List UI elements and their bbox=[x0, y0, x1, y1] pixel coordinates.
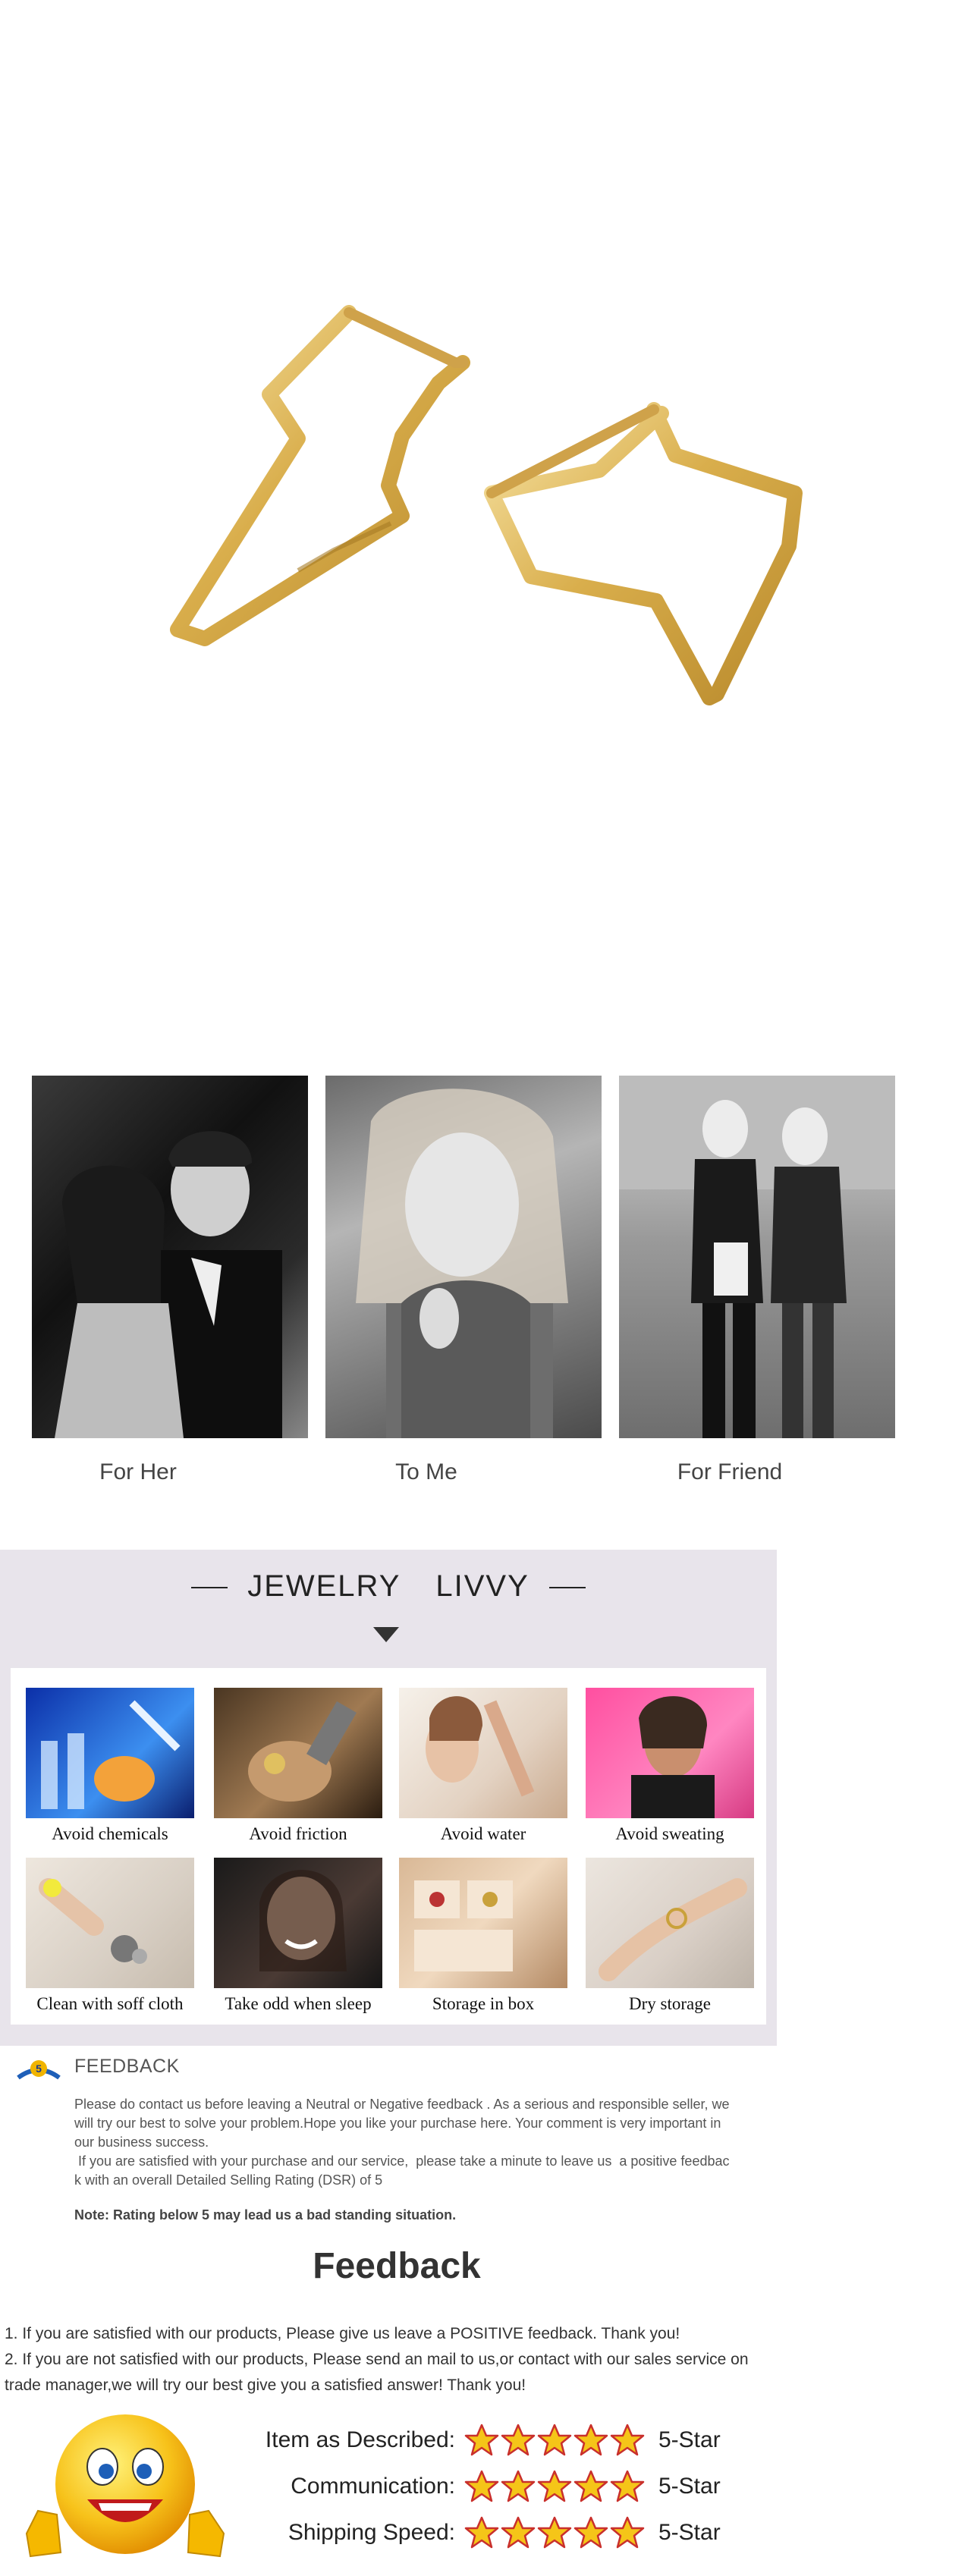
star-icon bbox=[501, 2516, 536, 2549]
star-icon bbox=[537, 2470, 572, 2502]
paragraph-2-line-1: If you are satisfied with your purchase … bbox=[74, 2153, 730, 2169]
feedback-note: Note: Rating below 5 may lead us a bad s… bbox=[74, 2207, 457, 2223]
care-label-dry: Dry storage bbox=[629, 1994, 711, 2013]
feedback-notice-paragraph-1: Please do contact us before leaving a Ne… bbox=[74, 2095, 797, 2152]
star-icon bbox=[537, 2424, 572, 2456]
box-photo bbox=[399, 1858, 567, 1988]
care-label-water: Avoid water bbox=[440, 1824, 526, 1843]
rating-label: Shipping Speed: bbox=[288, 2520, 455, 2545]
rating-row-item-described: Item as Described: 5-Star bbox=[228, 2423, 728, 2461]
rating-label: Communication: bbox=[291, 2474, 455, 2499]
caption-to-me: To Me bbox=[395, 1459, 457, 1484]
star-icon bbox=[501, 2470, 536, 2502]
care-item-dry: Dry storage bbox=[586, 1858, 754, 2014]
paragraph-1-line-1: Please do contact us before leaving a Ne… bbox=[74, 2097, 730, 2112]
paragraph-1-line-2: will try our best to solve your problem.… bbox=[74, 2116, 721, 2131]
woman-portrait-photo bbox=[325, 1076, 602, 1438]
care-item-cloth: Clean with soff cloth bbox=[26, 1858, 194, 2014]
star-icon bbox=[573, 2516, 608, 2549]
care-item-friction: Avoid friction bbox=[214, 1688, 382, 1844]
care-item-sweating: Avoid sweating bbox=[586, 1688, 754, 1844]
care-label-sleep: Take odd when sleep bbox=[225, 1994, 372, 2013]
rating-row-communication: Communication: 5-Star bbox=[228, 2469, 728, 2507]
star-icon bbox=[610, 2516, 645, 2549]
care-label-cloth: Clean with soff cloth bbox=[36, 1994, 184, 2013]
five-star-badge-icon: 5 bbox=[15, 2058, 62, 2088]
gold-earrings-illustration bbox=[170, 305, 803, 705]
chemicals-photo bbox=[26, 1688, 194, 1818]
care-item-sleep: Take odd when sleep bbox=[214, 1858, 382, 2014]
rating-value: 5-Star bbox=[658, 2520, 721, 2545]
care-title-left: JEWELRY bbox=[247, 1569, 401, 1603]
star-icon bbox=[464, 2516, 499, 2549]
rating-value: 5-Star bbox=[658, 2427, 721, 2452]
feedback-notice-paragraph-2: If you are satisfied with your purchase … bbox=[74, 2152, 797, 2190]
svg-text:5: 5 bbox=[36, 2062, 42, 2075]
sweating-photo bbox=[586, 1688, 754, 1818]
feedback-line-1: 1. If you are satisfied with our product… bbox=[5, 2325, 680, 2342]
care-item-chemicals: Avoid chemicals bbox=[26, 1688, 194, 1844]
rating-value: 5-Star bbox=[658, 2474, 721, 2499]
thumbs-up-emoji-icon bbox=[15, 2412, 235, 2571]
care-label-chemicals: Avoid chemicals bbox=[52, 1824, 168, 1843]
feedback-heading: Feedback bbox=[313, 2246, 481, 2286]
care-item-box: Storage in box bbox=[399, 1858, 567, 2014]
rating-row-shipping-speed: Shipping Speed: 5-Star bbox=[228, 2515, 728, 2553]
care-grid: Avoid chemicals Avoid friction Avoid wat… bbox=[11, 1668, 766, 2025]
jewelry-care-panel: JEWELRY LIVVY Avoid chemicals Avoid frict… bbox=[0, 1550, 777, 2046]
header-dash-left bbox=[191, 1587, 228, 1589]
cloth-photo bbox=[26, 1858, 194, 1988]
product-image bbox=[0, 0, 971, 986]
care-label-friction: Avoid friction bbox=[249, 1824, 347, 1843]
star-icon bbox=[464, 2470, 499, 2502]
star-icon bbox=[501, 2424, 536, 2456]
star-icon bbox=[573, 2424, 608, 2456]
sleep-photo bbox=[214, 1858, 382, 1988]
feedback-line-2: 2. If you are not satisfied with our pro… bbox=[5, 2351, 749, 2368]
couple-photo bbox=[32, 1076, 308, 1438]
caption-for-friend: For Friend bbox=[677, 1459, 783, 1484]
friends-walking-photo bbox=[619, 1076, 895, 1438]
star-icon bbox=[464, 2424, 499, 2456]
paragraph-2-line-2: k with an overall Detailed Selling Ratin… bbox=[74, 2172, 383, 2188]
care-header: JEWELRY LIVVY bbox=[0, 1569, 777, 1604]
star-icon bbox=[537, 2516, 572, 2549]
care-title-right: LIVVY bbox=[435, 1569, 529, 1603]
dry-photo bbox=[586, 1858, 754, 1988]
water-photo bbox=[399, 1688, 567, 1818]
down-triangle-icon bbox=[373, 1627, 399, 1642]
paragraph-1-line-3: our business success. bbox=[74, 2135, 209, 2150]
star-icon bbox=[573, 2470, 608, 2502]
rating-label: Item as Described: bbox=[265, 2427, 455, 2452]
star-icon bbox=[610, 2424, 645, 2456]
feedback-line-3: trade manager,we will try our best give … bbox=[5, 2377, 526, 2394]
care-item-water: Avoid water bbox=[399, 1688, 567, 1844]
header-dash-right bbox=[548, 1587, 586, 1589]
friction-photo bbox=[214, 1688, 382, 1818]
care-label-box: Storage in box bbox=[432, 1994, 535, 2013]
star-icon bbox=[610, 2470, 645, 2502]
feedback-notice-title: FEEDBACK bbox=[74, 2056, 180, 2077]
caption-for-her: For Her bbox=[99, 1459, 177, 1484]
care-label-sweating: Avoid sweating bbox=[615, 1824, 724, 1843]
